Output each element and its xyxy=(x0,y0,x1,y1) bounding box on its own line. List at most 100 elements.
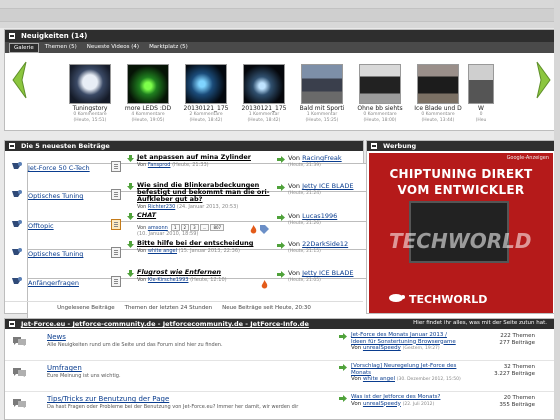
gallery-next-icon[interactable] xyxy=(535,60,553,100)
page-link[interactable]: 807 xyxy=(210,224,225,231)
gallery-thumbnail[interactable] xyxy=(468,64,494,104)
last-post-icon[interactable] xyxy=(277,242,285,249)
page-link[interactable]: 2 xyxy=(180,224,190,231)
gallery-item-date: (Heute, 19:05) xyxy=(131,118,165,123)
collapse-icon[interactable] xyxy=(371,143,377,149)
go-to-post-icon[interactable] xyxy=(127,155,134,162)
forum-last-post: Jet-Force des Monats Januar 2013 / Ideen… xyxy=(351,332,461,353)
gallery-item-title[interactable]: Bald mit Sporti xyxy=(292,105,352,112)
gallery-item-title[interactable]: Tuningstory xyxy=(60,105,120,112)
forum-row: Tips/Tricks zur Benutzung der Page Da ha… xyxy=(5,393,555,420)
post-count: 277 Beiträge xyxy=(499,340,535,346)
google-ads-label[interactable]: Google-Anzeigen xyxy=(507,155,549,161)
gallery-item-title[interactable]: more LEDS :DD xyxy=(118,105,178,112)
ad-banner[interactable]: Google-Anzeigen CHIPTUNING DIREKT VOM EN… xyxy=(369,153,553,313)
last-author-link[interactable]: white angel xyxy=(363,376,395,382)
gallery-thumbnail[interactable] xyxy=(127,64,169,104)
gallery-item-title[interactable]: 20130121_175 xyxy=(176,105,236,112)
go-to-post-icon[interactable] xyxy=(127,213,134,220)
gallery-item-title[interactable]: Ohne bb siehts xyxy=(350,105,410,112)
fire-icon xyxy=(250,225,257,234)
ad-header: Werbung xyxy=(367,141,555,151)
last-author-link[interactable]: 22DarkSide12 xyxy=(302,240,348,248)
gallery-thumbnail[interactable] xyxy=(185,64,227,104)
collapse-icon[interactable] xyxy=(9,321,15,327)
gallery-item-date: (Heute, 18:00) xyxy=(363,118,397,123)
gallery-thumbnail[interactable] xyxy=(243,64,285,104)
last-post-icon[interactable] xyxy=(339,364,347,371)
last-author-link[interactable]: Jetty ICE BLADE xyxy=(302,182,353,190)
last-post-icon[interactable] xyxy=(277,214,285,221)
forum-icon xyxy=(12,162,22,169)
gallery-item-title[interactable]: 20130121_175 xyxy=(234,105,294,112)
post-author-link[interactable]: Richter230 xyxy=(148,204,175,210)
last-post-icon[interactable] xyxy=(277,271,285,278)
last-post-icon[interactable] xyxy=(277,184,285,191)
last-author-link[interactable]: unrealSpeedy xyxy=(363,401,401,407)
last-author-link[interactable]: Lucas1996 xyxy=(302,212,337,220)
last-thread-link[interactable]: Jet-Force des Monats Januar 2013 / Ideen… xyxy=(351,332,456,345)
gallery-thumbnail[interactable] xyxy=(417,64,459,104)
tab-galerie[interactable]: Galerie xyxy=(9,43,39,53)
tab-marktplatz[interactable]: Marktplatz (5) xyxy=(145,43,192,53)
gallery-item[interactable]: Bald mit Sporti 1 Kommentar (Heute, 15:2… xyxy=(292,64,352,124)
hot-thread-icon xyxy=(111,219,121,230)
forum-name-link[interactable]: Tips/Tricks zur Benutzung der Page xyxy=(47,395,169,403)
last-thread-link[interactable]: [Vorschlag] Neuregelung Jet-Force des Mo… xyxy=(351,363,456,376)
gallery-item[interactable]: 20130121_175 1 Kommentar (Heute, 18:42) xyxy=(234,64,294,124)
gallery-item-title[interactable]: W xyxy=(466,105,496,112)
last-post-icon[interactable] xyxy=(339,395,347,402)
forum-name-link[interactable]: News xyxy=(47,333,66,341)
page-link[interactable]: 3 xyxy=(190,224,199,231)
post-title[interactable]: Flugrost wie Entfernen xyxy=(137,269,277,276)
post-title[interactable]: Jet anpassen auf mina Zylinder xyxy=(137,154,277,161)
forum-category-panel: Jet-Force.eu - Jetforce-community.de - J… xyxy=(4,318,556,420)
page: Neuigkeiten (14) Galerie Themen (5) Neue… xyxy=(0,0,560,420)
category-link[interactable]: Jet-Force.eu - Jetforce-community.de - J… xyxy=(21,320,309,328)
go-to-post-icon[interactable] xyxy=(127,270,134,277)
gallery-item[interactable]: 20130121_175 2 Kommentare (Heute, 18:42) xyxy=(176,64,236,124)
post-row: Offtopic CHAT Von amsonn (10. Januar 2010… xyxy=(5,211,560,323)
post-author-link[interactable]: Kle-Kirsche1993 xyxy=(148,277,189,283)
post-title[interactable]: CHAT xyxy=(137,212,277,219)
go-to-post-icon[interactable] xyxy=(127,183,134,190)
tab-videos[interactable]: Neueste Videos (4) xyxy=(83,43,143,53)
gallery-thumbnail[interactable] xyxy=(69,64,111,104)
news-tabs: Galerie Themen (5) Neueste Videos (4) Ma… xyxy=(5,42,555,53)
last-author-link[interactable]: RacingFreak xyxy=(302,154,342,162)
gallery-item-date: (Heute, 18:42) xyxy=(247,118,281,123)
gallery-item[interactable]: Tuningstory 0 Kommentare (Heute, 15:51) xyxy=(60,64,120,124)
forum-name-link[interactable]: Umfragen xyxy=(47,364,82,372)
gallery-item[interactable]: Ohne bb siehts 0 Kommentare (Heute, 18:0… xyxy=(350,64,410,124)
tab-themen[interactable]: Themen (5) xyxy=(41,43,81,53)
last-thread-link[interactable]: Was ist der Jetforce des Monats? xyxy=(351,394,440,400)
last-post: Von Jetty ICE BLADE (Heute, 21:24) xyxy=(288,183,362,197)
last-author-link[interactable]: Jetty ICE BLADE xyxy=(302,269,353,277)
last-post-icon[interactable] xyxy=(339,333,347,340)
gallery-item[interactable]: W 0 (Heu xyxy=(466,64,496,124)
page-link[interactable]: 1 xyxy=(171,224,180,231)
gallery-item[interactable]: Ice Blade und D 0 Kommentare (Heute, 13:… xyxy=(408,64,468,124)
gallery-item[interactable]: more LEDS :DD 4 Kommentare (Heute, 19:05… xyxy=(118,64,178,124)
collapse-icon[interactable] xyxy=(9,33,15,39)
page-scrollbar[interactable] xyxy=(554,0,560,420)
last-post-icon[interactable] xyxy=(277,156,285,163)
unread-posts-link[interactable]: Ungelesene Beiträge xyxy=(57,305,115,313)
page-link: ... xyxy=(199,224,210,231)
last-post-date: (22. Juli 2012) xyxy=(402,401,435,407)
go-to-post-icon[interactable] xyxy=(127,241,134,248)
gallery-thumbnail[interactable] xyxy=(359,64,401,104)
post-author-link[interactable]: Fansprod xyxy=(148,162,171,168)
gallery-thumbnail[interactable] xyxy=(301,64,343,104)
collapse-icon[interactable] xyxy=(9,143,15,149)
post-author-link[interactable]: white angel xyxy=(148,248,177,254)
gallery-item-title[interactable]: Ice Blade und D xyxy=(408,105,468,112)
last-author-link[interactable]: unrealSpeedy xyxy=(363,345,401,351)
news-panel: Neuigkeiten (14) Galerie Themen (5) Neue… xyxy=(4,29,556,131)
new-since-link[interactable]: Neue Beiträge seit Heute, 20:30 xyxy=(222,305,311,313)
gallery-prev-icon[interactable] xyxy=(10,60,28,100)
post-title[interactable]: Wie sind die Blinkerabdeckungen befestig… xyxy=(137,182,277,203)
post-title[interactable]: Bitte hilfe bei der entscheidung xyxy=(137,240,277,247)
ad-subline: VOM ENTWICKLER xyxy=(397,183,525,197)
last-24h-link[interactable]: Themen der letzten 24 Stunden xyxy=(125,305,213,313)
